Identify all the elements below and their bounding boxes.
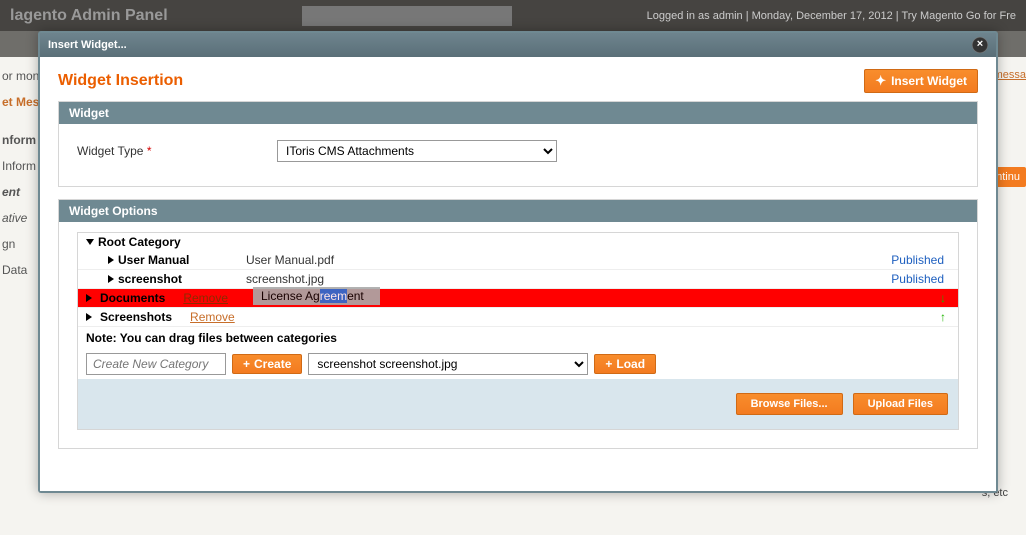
gear-icon: ✦ [875,73,886,89]
section-title: Widget Insertion [58,72,183,90]
tree-item-row[interactable]: User Manual User Manual.pdf Published [78,251,958,270]
chevron-right-icon[interactable] [86,313,92,321]
bg-side-partial: or mon et Mes nform Inform ent ative gn … [0,57,42,289]
bg-side-row: gn [2,231,39,257]
tree-cat-name: screenshot [118,272,182,286]
insert-widget-label: Insert Widget [891,74,967,88]
widget-type-label: Widget Type * [77,144,277,158]
bg-messages-link: messa [994,69,1026,81]
bg-side-row: ent [2,179,39,205]
arrow-down-icon[interactable]: ↓ [940,291,950,305]
drag-ghost-text-sel: reem [320,289,347,303]
modal-titlebar[interactable]: Insert Widget... × [40,33,996,57]
plus-icon: + [605,357,612,371]
tree-root-row[interactable]: Root Category [78,233,958,251]
remove-link[interactable]: Remove [183,291,228,305]
widget-panel: Widget Widget Type * IToris CMS Attachme… [58,101,978,187]
remove-link[interactable]: Remove [190,310,235,324]
panel-header-options: Widget Options [59,200,977,222]
load-button[interactable]: + Load [594,354,656,374]
chevron-right-icon[interactable] [108,256,114,264]
new-category-input[interactable] [86,353,226,375]
plus-icon: + [243,357,250,371]
drag-ghost-text-pre: License Ag [261,289,320,303]
insert-widget-button[interactable]: ✦ Insert Widget [864,69,978,93]
upload-files-button[interactable]: Upload Files [853,393,948,415]
chevron-down-icon[interactable] [86,239,94,245]
tree-category-documents[interactable]: Documents Remove ↓ License Agreement [78,289,958,308]
status-link[interactable]: Published [891,272,950,286]
browse-files-button[interactable]: Browse Files... [736,393,843,415]
close-icon[interactable]: × [972,37,988,53]
bg-side-row: or mon [2,63,39,89]
tree-file-name: User Manual.pdf [246,253,891,267]
status-link[interactable]: Published [891,253,950,267]
controls-row: + Create screenshot screenshot.jpg + Loa… [78,349,958,379]
drag-ghost[interactable]: License Agreement [253,287,380,305]
chevron-right-icon[interactable] [108,275,114,283]
brand-partial: lagento Admin Panel [10,7,168,25]
global-search-bg [302,6,512,26]
screenshots-cat-label: Screenshots [100,310,172,324]
load-label: Load [616,357,645,371]
root-category-label: Root Category [98,235,181,249]
chevron-right-icon[interactable] [86,294,92,302]
create-button[interactable]: + Create [232,354,302,374]
widget-type-select[interactable]: IToris CMS Attachments [277,140,557,162]
bg-side-row: Data [2,257,39,283]
tree-category-screenshots[interactable]: Screenshots Remove ↑ [78,308,958,327]
upload-bar: Browse Files... Upload Files [78,379,958,429]
documents-cat-label: Documents [100,291,165,305]
admin-header: lagento Admin Panel Logged in as admin |… [0,0,1026,31]
bg-side-row: ative [2,205,39,231]
browse-files-label: Browse Files... [751,398,828,410]
widget-options-panel: Widget Options Root Category User Manual [58,199,978,449]
bg-side-row: nform [2,127,39,153]
drag-note: Note: You can drag files between categor… [78,327,958,349]
modal-title: Insert Widget... [48,39,127,51]
tree-cat-name: User Manual [118,253,189,267]
header-right-text: Logged in as admin | Monday, December 17… [647,10,1016,22]
drag-ghost-text-post: ent [347,289,364,303]
create-label: Create [254,357,291,371]
bg-side-row: et Mes [2,89,39,115]
tree-file-name: screenshot.jpg [246,272,891,286]
insert-widget-modal: Insert Widget... × Widget Insertion ✦ In… [38,31,998,493]
options-area: Root Category User Manual User Manual.pd… [77,232,959,430]
required-asterisk: * [147,144,152,158]
panel-header-widget: Widget [59,102,977,124]
bg-side-row: Inform [2,153,39,179]
arrow-up-icon[interactable]: ↑ [940,310,950,324]
upload-files-label: Upload Files [868,398,933,410]
tree-item-row[interactable]: screenshot screenshot.jpg Published [78,270,958,289]
file-select[interactable]: screenshot screenshot.jpg [308,353,588,375]
